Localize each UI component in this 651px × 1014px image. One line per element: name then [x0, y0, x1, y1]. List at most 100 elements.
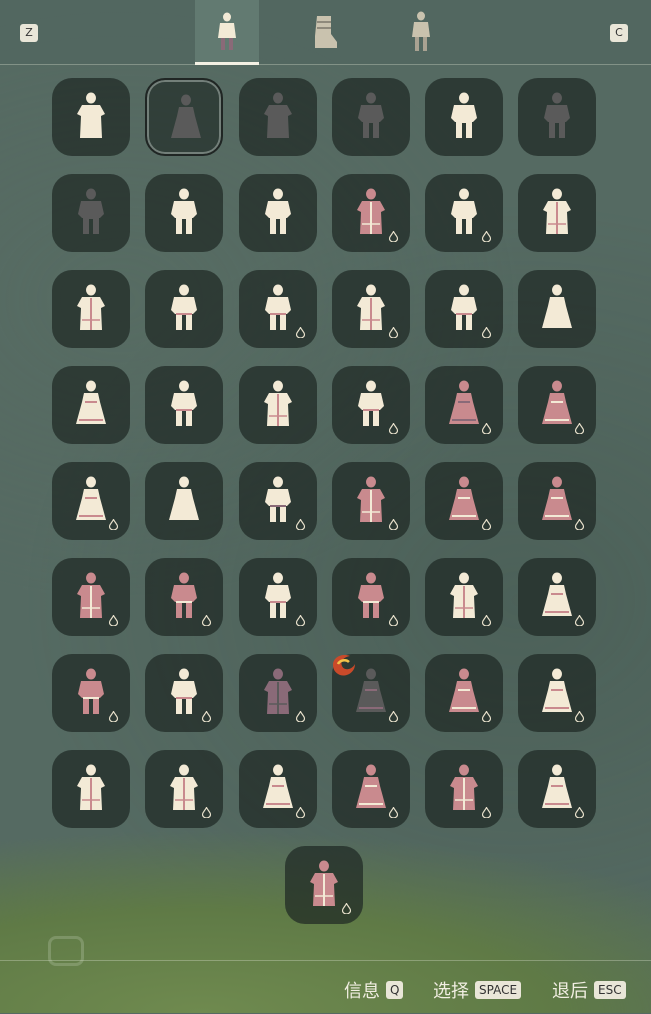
candle-drop-icon [389, 519, 398, 530]
hint-select-label: 选择 [433, 981, 469, 1002]
candle-drop-icon [296, 327, 305, 338]
candle-drop-icon [482, 807, 491, 818]
outfit-slot[interactable] [332, 174, 410, 252]
new-item-badge-icon [333, 655, 355, 676]
outfit-icon [171, 94, 201, 138]
outfit-icon [542, 476, 572, 520]
candle-drop-icon [575, 711, 584, 722]
outfit-slot[interactable] [425, 78, 503, 156]
outfit-slot[interactable] [518, 270, 596, 348]
outfit-slot[interactable] [332, 462, 410, 540]
outfit-slot[interactable] [239, 78, 317, 156]
outfit-slot[interactable] [425, 750, 503, 828]
outfit-slot[interactable] [52, 78, 130, 156]
outfit-icon [543, 188, 571, 234]
outfit-slot[interactable] [145, 654, 223, 732]
outfit-slot[interactable] [332, 558, 410, 636]
outfit-slot[interactable] [518, 366, 596, 444]
hint-back-key: ESC [594, 981, 626, 999]
outfit-slot[interactable] [518, 558, 596, 636]
outfit-slot[interactable] [518, 462, 596, 540]
candle-drop-icon [575, 615, 584, 626]
hint-back-label: 退后 [552, 981, 588, 1002]
hint-back[interactable]: 退后 ESC [552, 977, 626, 1003]
outfit-slot[interactable] [239, 558, 317, 636]
candle-drop-icon [389, 807, 398, 818]
outfit-slot[interactable] [239, 462, 317, 540]
outfit-slot[interactable] [239, 270, 317, 348]
outfit-slot[interactable] [145, 750, 223, 828]
outfit-icon [263, 764, 293, 808]
outfit-slot[interactable] [239, 750, 317, 828]
tab-full-body[interactable] [389, 0, 453, 64]
outfit-slot[interactable] [52, 462, 130, 540]
outfit-slot[interactable] [145, 366, 223, 444]
candle-drop-icon [109, 519, 118, 530]
candle-drop-icon [482, 423, 491, 434]
outfit-icon [77, 284, 105, 330]
outfit-slot[interactable] [425, 174, 503, 252]
outfit-slot[interactable] [52, 558, 130, 636]
outfit-icon [171, 380, 197, 426]
outfit-slot[interactable] [52, 174, 130, 252]
outfit-icon [542, 668, 572, 712]
outfit-slot[interactable] [52, 366, 130, 444]
candle-drop-icon [202, 807, 211, 818]
outfit-icon [357, 188, 385, 234]
outfit-slot[interactable] [332, 78, 410, 156]
next-tab-key[interactable]: C [610, 24, 628, 42]
outfit-slot[interactable] [518, 750, 596, 828]
outfit-slot[interactable] [332, 750, 410, 828]
outfit-slot[interactable] [425, 654, 503, 732]
outfit-slot[interactable] [52, 270, 130, 348]
outfit-icon [264, 668, 292, 714]
outfit-slot[interactable] [332, 654, 410, 732]
outfit-slot[interactable] [518, 78, 596, 156]
outfit-icon [450, 764, 478, 810]
outfit-slot[interactable] [239, 654, 317, 732]
outfit-slot[interactable] [332, 270, 410, 348]
outfit-icon [449, 476, 479, 520]
outfit-slot[interactable] [518, 654, 596, 732]
outfit-slot[interactable] [332, 366, 410, 444]
outfit-slot[interactable] [239, 174, 317, 252]
outfit-slot[interactable] [285, 846, 363, 924]
outfit-icon [264, 380, 292, 426]
outfit-slot[interactable] [518, 174, 596, 252]
candle-drop-icon [296, 615, 305, 626]
outfit-slot[interactable] [145, 174, 223, 252]
outfit-slot-selected[interactable] [145, 78, 223, 156]
prev-tab-key[interactable]: Z [20, 24, 38, 42]
outfit-slot[interactable] [52, 654, 130, 732]
outfit-icon [542, 284, 572, 328]
candle-drop-icon [389, 711, 398, 722]
outfit-icon [77, 764, 105, 810]
candle-drop-icon [482, 615, 491, 626]
outfit-slot[interactable] [145, 558, 223, 636]
outfit-icon [450, 572, 478, 618]
candle-drop-icon [389, 231, 398, 242]
hint-select[interactable]: 选择 SPACE [433, 977, 522, 1003]
outfit-icon [169, 476, 199, 520]
tab-shoes[interactable] [292, 0, 356, 64]
outfit-slot[interactable] [145, 270, 223, 348]
outfit-slot[interactable] [145, 462, 223, 540]
candle-drop-icon [575, 807, 584, 818]
outfit-icon [265, 476, 291, 522]
outfit-slot[interactable] [239, 366, 317, 444]
tab-outfit[interactable] [195, 0, 259, 65]
hint-info[interactable]: 信息 Q [344, 977, 404, 1003]
outfit-slot[interactable] [425, 270, 503, 348]
outfit-icon [78, 668, 104, 714]
candle-drop-icon [575, 519, 584, 530]
outfit-icon [265, 284, 291, 330]
outfit-slot[interactable] [425, 558, 503, 636]
candle-drop-icon [296, 519, 305, 530]
outfit-icon [358, 572, 384, 618]
outfit-icon [264, 92, 292, 138]
controls-hint-bar: 信息 Q 选择 SPACE 退后 ESC [0, 960, 651, 1014]
outfit-slot[interactable] [425, 462, 503, 540]
candle-drop-icon [296, 807, 305, 818]
outfit-slot[interactable] [425, 366, 503, 444]
outfit-slot[interactable] [52, 750, 130, 828]
